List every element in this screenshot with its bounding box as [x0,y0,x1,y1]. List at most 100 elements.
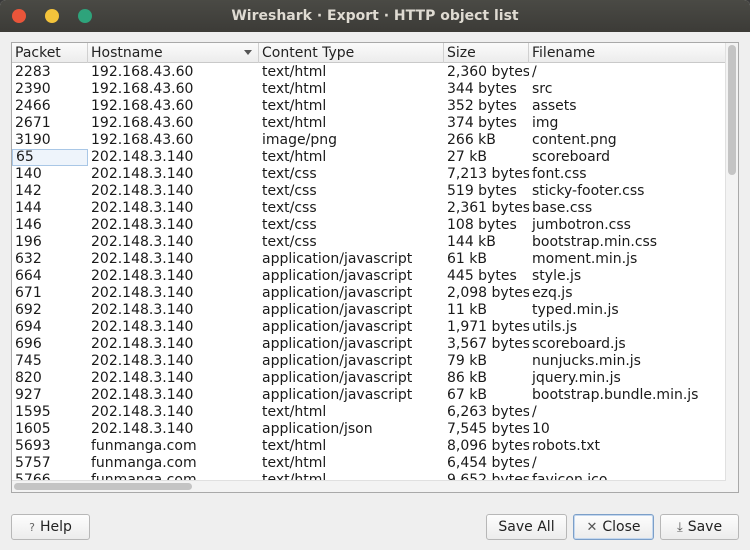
cell-filename: style.js [532,268,582,284]
cell-packet: 632 [15,251,42,267]
cell-content-type: text/css [262,200,317,216]
cell-size: 7,213 bytes [447,166,529,182]
cell-size: 79 kB [447,353,487,369]
cell-packet: 2671 [15,115,51,131]
cell-size: 352 bytes [447,98,517,114]
table-row[interactable]: 1605 202.148.3.140 application/json 7,545 b… [12,421,726,438]
cell-content-type: application/javascript [262,336,413,352]
column-header-content-type[interactable]: Content Type [259,43,444,63]
cell-content-type: text/html [262,455,327,471]
cell-size: 519 bytes [447,183,517,199]
save-button[interactable]: ⤓ Save [660,514,739,540]
cell-size: 2,098 bytes [447,285,529,301]
cell-hostname: 202.148.3.140 [91,404,194,420]
help-button[interactable]: ? Help [11,514,90,540]
cell-filename: utils.js [532,319,578,335]
cell-filename: nunjucks.min.js [532,353,641,369]
table-row[interactable]: 2390 192.168.43.60 text/html 344 bytes src [12,81,726,98]
cell-size: 7,545 bytes [447,421,529,437]
cell-filename: bootstrap.min.css [532,234,658,250]
cell-hostname: 202.148.3.140 [91,183,194,199]
table-row[interactable]: 671 202.148.3.140 application/javascript 2,… [12,285,726,302]
table-row[interactable]: 1595 202.148.3.140 text/html 6,263 bytes / [12,404,726,421]
table-row[interactable]: 140 202.148.3.140 text/css 7,213 bytes font.… [12,166,726,183]
cell-hostname: 192.168.43.60 [91,81,194,97]
http-object-table: Packet Hostname Content Type Size Filena… [11,42,739,493]
table-row[interactable]: 144 202.148.3.140 text/css 2,361 bytes base.… [12,200,726,217]
cell-packet: 671 [15,285,42,301]
close-button[interactable]: ✕ Close [573,514,654,540]
cell-content-type: text/css [262,166,317,182]
horizontal-scrollbar[interactable] [12,480,726,492]
table-header: Packet Hostname Content Type Size Filena… [12,43,726,63]
cell-size: 3,567 bytes [447,336,529,352]
table-row[interactable]: 65 202.148.3.140 text/html 27 kB scoreboard [12,149,726,166]
cell-packet: 5693 [15,438,51,454]
table-row[interactable]: 5757 funmanga.com text/html 6,454 bytes / [12,455,726,472]
cell-packet: 65 [12,149,88,166]
save-all-button[interactable]: Save All [486,514,567,540]
cell-packet: 2466 [15,98,51,114]
cell-filename: / [532,64,537,80]
cell-packet: 696 [15,336,42,352]
table-row[interactable]: 5693 funmanga.com text/html 8,096 bytes robo… [12,438,726,455]
column-header-size[interactable]: Size [444,43,529,63]
cell-content-type: application/javascript [262,285,413,301]
cell-content-type: application/javascript [262,268,413,284]
cell-packet: 745 [15,353,42,369]
cell-hostname: 192.168.43.60 [91,115,194,131]
cell-content-type: application/javascript [262,370,413,386]
table-row[interactable]: 694 202.148.3.140 application/javascript 1,… [12,319,726,336]
cell-filename: / [532,404,537,420]
table-row[interactable]: 692 202.148.3.140 application/javascript 11… [12,302,726,319]
vertical-scrollbar-thumb[interactable] [728,45,736,175]
cell-filename: base.css [532,200,593,216]
vertical-scrollbar[interactable] [725,43,738,492]
cell-filename: 10 [532,421,550,437]
cell-content-type: text/html [262,149,327,165]
cell-filename: robots.txt [532,438,600,454]
cell-filename: scoreboard.js [532,336,626,352]
table-row[interactable]: 664 202.148.3.140 application/javascript 44… [12,268,726,285]
table-row[interactable]: 142 202.148.3.140 text/css 519 bytes sticky-… [12,183,726,200]
cell-filename: typed.min.js [532,302,619,318]
table-row[interactable]: 3190 192.168.43.60 image/png 266 kB content.… [12,132,726,149]
table-row[interactable]: 196 202.148.3.140 text/css 144 kB bootstrap.… [12,234,726,251]
cell-hostname: 202.148.3.140 [91,421,194,437]
cell-size: 445 bytes [447,268,517,284]
help-icon: ? [29,521,35,534]
cell-size: 8,096 bytes [447,438,529,454]
sort-descending-icon [244,50,252,55]
cell-filename: jquery.min.js [532,370,621,386]
cell-size: 344 bytes [447,81,517,97]
cell-content-type: application/json [262,421,373,437]
table-row[interactable]: 2466 192.168.43.60 text/html 352 bytes asset… [12,98,726,115]
cell-hostname: 202.148.3.140 [91,166,194,182]
cell-size: 2,361 bytes [447,200,529,216]
table-row[interactable]: 146 202.148.3.140 text/css 108 bytes jumbotr… [12,217,726,234]
cell-content-type: application/javascript [262,251,413,267]
cell-hostname: 202.148.3.140 [91,149,194,165]
column-header-filename[interactable]: Filename [529,43,726,63]
column-header-packet[interactable]: Packet [12,43,88,63]
cell-filename: sticky-footer.css [532,183,645,199]
table-row[interactable]: 820 202.148.3.140 application/javascript 86… [12,370,726,387]
column-header-hostname[interactable]: Hostname [88,43,259,63]
cell-content-type: image/png [262,132,337,148]
cell-content-type: application/javascript [262,302,413,318]
cell-packet: 1605 [15,421,51,437]
horizontal-scrollbar-thumb[interactable] [14,483,192,490]
table-row[interactable]: 696 202.148.3.140 application/javascript 3,… [12,336,726,353]
cell-size: 108 bytes [447,217,517,233]
table-row[interactable]: 632 202.148.3.140 application/javascript 61… [12,251,726,268]
cell-filename: bootstrap.bundle.min.js [532,387,699,403]
cell-size: 61 kB [447,251,487,267]
cell-filename: ezq.js [532,285,573,301]
table-row[interactable]: 927 202.148.3.140 application/javascript 67… [12,387,726,404]
cell-filename: / [532,455,537,471]
cell-size: 67 kB [447,387,487,403]
table-row[interactable]: 2671 192.168.43.60 text/html 374 bytes img [12,115,726,132]
table-row[interactable]: 745 202.148.3.140 application/javascript 79… [12,353,726,370]
cell-size: 86 kB [447,370,487,386]
table-row[interactable]: 2283 192.168.43.60 text/html 2,360 bytes / [12,64,726,81]
